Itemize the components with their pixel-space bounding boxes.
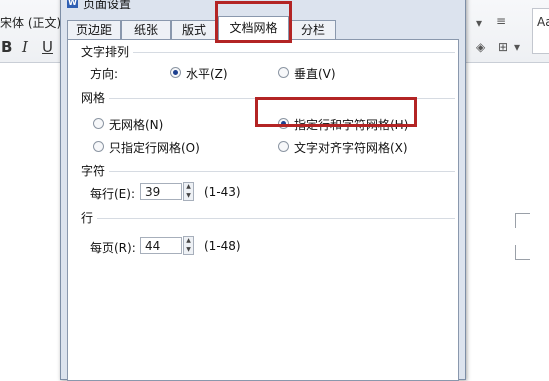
- shading-icon[interactable]: ◈: [476, 40, 485, 54]
- group-title-direction: 文字排列: [81, 43, 134, 60]
- lines-per-page-spinner[interactable]: ▲ ▼: [183, 236, 194, 255]
- chars-per-line-label: 每行(E):: [90, 187, 135, 201]
- chevron-down-icon[interactable]: ▾: [476, 16, 482, 30]
- divider: [81, 218, 455, 219]
- group-title-characters: 字符: [81, 162, 110, 179]
- align-icon[interactable]: ≡: [496, 14, 506, 28]
- spin-up-icon[interactable]: ▲: [185, 237, 192, 245]
- radio-horizontal[interactable]: [170, 67, 181, 78]
- vertical-label[interactable]: 垂直(V): [294, 65, 336, 82]
- chars-per-line-spinner[interactable]: ▲ ▼: [183, 182, 194, 201]
- font-name-box[interactable]: 宋体 (正文): [0, 14, 61, 31]
- line-grid-only-label[interactable]: 只指定行网格(O): [109, 139, 200, 156]
- no-grid-label[interactable]: 无网格(N): [109, 116, 163, 133]
- group-title-grid: 网格: [81, 89, 110, 106]
- close-icon[interactable]: [436, 0, 460, 7]
- tab-highlight-box: [215, 1, 292, 43]
- lines-per-page-label: 每页(R):: [90, 241, 136, 255]
- lines-range: (1-48): [204, 239, 241, 253]
- radio-snap-to-char-grid[interactable]: [278, 141, 289, 152]
- tab-margins[interactable]: 页边距: [67, 20, 121, 39]
- option-highlight-box: [255, 97, 417, 127]
- border-icon[interactable]: ⊞: [498, 40, 508, 54]
- dialog-title: 页面设置: [83, 0, 132, 11]
- chars-per-line-input[interactable]: 39: [140, 183, 182, 200]
- tab-layout[interactable]: 版式: [171, 20, 217, 39]
- app-icon: W: [67, 0, 78, 8]
- spin-down-icon[interactable]: ▼: [185, 246, 192, 254]
- spin-down-icon[interactable]: ▼: [185, 192, 192, 200]
- radio-no-grid[interactable]: [93, 118, 104, 129]
- tab-columns[interactable]: 分栏: [290, 20, 336, 39]
- page-corner-mark: [515, 245, 530, 260]
- italic-button[interactable]: I: [22, 38, 28, 56]
- spin-up-icon[interactable]: ▲: [185, 183, 192, 191]
- snap-to-char-grid-label[interactable]: 文字对齐字符网格(X): [294, 139, 408, 156]
- divider: [81, 171, 455, 172]
- group-title-lines: 行: [81, 209, 98, 226]
- bold-button[interactable]: B: [1, 38, 12, 56]
- style-gallery[interactable]: Aa: [532, 8, 549, 54]
- lines-per-page-input[interactable]: 44: [140, 237, 182, 254]
- page-corner-mark: [515, 213, 530, 228]
- chevron-down-icon[interactable]: ▾: [514, 40, 520, 54]
- chars-range: (1-43): [204, 185, 241, 199]
- tab-paper[interactable]: 纸张: [121, 20, 171, 39]
- underline-button[interactable]: U: [42, 38, 53, 56]
- divider: [81, 52, 455, 53]
- direction-label: 方向:: [90, 67, 119, 81]
- horizontal-label[interactable]: 水平(Z): [186, 65, 228, 82]
- page-setup-dialog: W 页面设置 页边距 纸张 版式 文档网格 分栏 文字排列 方向: 水平(Z) …: [60, 0, 466, 381]
- radio-vertical[interactable]: [278, 67, 289, 78]
- radio-line-grid-only[interactable]: [93, 141, 104, 152]
- tab-panel: 文字排列 方向: 水平(Z) 垂直(V) 网格 无网格(N) 指定行和字符网格(…: [67, 39, 459, 381]
